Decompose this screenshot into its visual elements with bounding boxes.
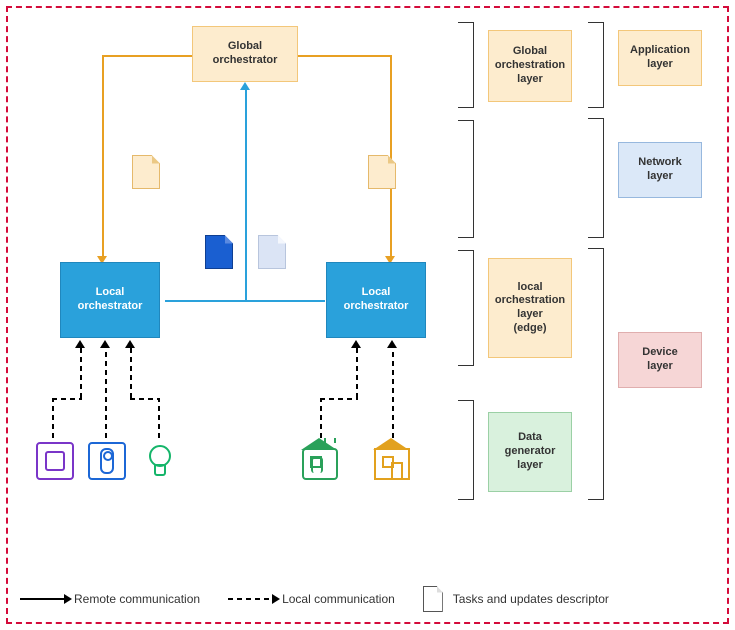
home-icon	[374, 448, 410, 480]
bracket-global	[458, 22, 474, 108]
task-doc-icon	[132, 155, 160, 189]
layer-network: Network layer	[618, 142, 702, 198]
layer-global-orch: Global orchestration layer	[488, 30, 572, 102]
update-doc-icon	[205, 235, 233, 269]
task-doc-icon	[368, 155, 396, 189]
local-orchestrator-box: Local orchestrator	[326, 262, 426, 338]
sensor-chip-icon	[36, 442, 74, 480]
legend-local-label: Local communication	[282, 592, 395, 606]
switch-icon	[88, 442, 126, 480]
update-doc-icon	[258, 235, 286, 269]
layer-local-orch: local orchestration layer (edge)	[488, 258, 572, 358]
layer-data-gen: Data generator layer	[488, 412, 572, 492]
layer-device: Device layer	[618, 332, 702, 388]
layer-application: Application layer	[618, 30, 702, 86]
bracket-network-gap	[458, 120, 474, 238]
legend-doc-icon	[423, 586, 443, 612]
bracket-local	[458, 250, 474, 366]
bracket-dev	[588, 248, 604, 500]
bracket-net	[588, 118, 604, 238]
smart-home-chip-icon	[302, 448, 338, 480]
legend: Remote communication Local communication…	[20, 586, 715, 612]
remote-arrow-icon	[20, 598, 64, 600]
legend-remote-label: Remote communication	[74, 592, 200, 606]
local-arrow-icon	[228, 598, 272, 600]
global-orchestrator-box: Global orchestrator	[192, 26, 298, 82]
legend-doc-label: Tasks and updates descriptor	[453, 592, 609, 606]
device-row	[30, 442, 64, 482]
bracket-app	[588, 22, 604, 108]
local-orchestrator-box: Local orchestrator	[60, 262, 160, 338]
lightbulb-icon	[142, 442, 176, 476]
bracket-data	[458, 400, 474, 500]
